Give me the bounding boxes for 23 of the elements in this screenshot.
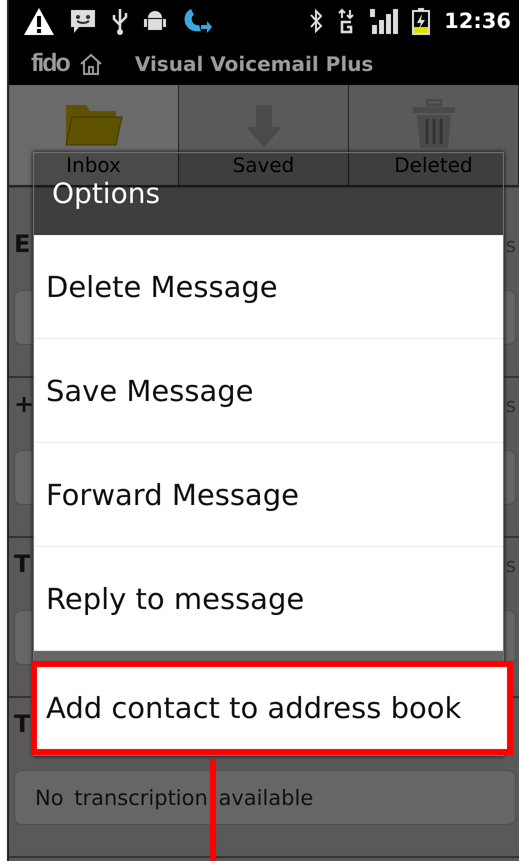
bluetooth-icon bbox=[308, 8, 324, 34]
app-title: Visual Voicemail Plus bbox=[134, 52, 374, 76]
data-arrows-icon bbox=[338, 8, 354, 34]
trash-icon bbox=[412, 99, 456, 149]
menu-item[interactable]: Add contact to address book bbox=[31, 661, 513, 755]
menu-item[interactable]: Delete Message bbox=[34, 235, 503, 339]
message-sender[interactable]: T bbox=[14, 550, 30, 578]
menu-item[interactable]: Forward Message bbox=[34, 443, 503, 547]
menu-item[interactable]: Save Message bbox=[34, 339, 503, 443]
status-time: 12:36 bbox=[444, 9, 511, 33]
chat-icon bbox=[69, 8, 97, 34]
transcription-bubble: No transcription available bbox=[14, 770, 516, 825]
home-icon[interactable] bbox=[78, 52, 103, 74]
warning-icon bbox=[23, 6, 55, 36]
message-sender[interactable]: + bbox=[14, 390, 34, 418]
menu-item[interactable]: Reply to message bbox=[34, 547, 503, 651]
down-arrow-icon bbox=[244, 103, 284, 149]
usb-icon bbox=[111, 7, 129, 35]
signal-icon bbox=[368, 7, 398, 35]
message-sender[interactable]: T bbox=[14, 710, 30, 738]
message-sender[interactable]: E bbox=[14, 230, 30, 258]
battery-charging-icon bbox=[412, 7, 430, 35]
fido-logo: fido bbox=[31, 49, 69, 78]
